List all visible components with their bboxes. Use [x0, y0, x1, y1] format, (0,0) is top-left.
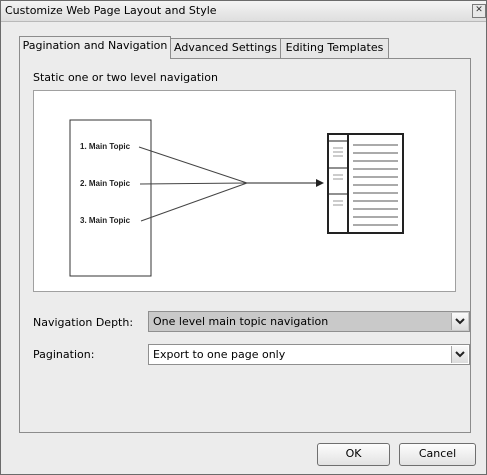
- diagram-topic-1: 1. Main Topic: [80, 142, 131, 151]
- pagination-select[interactable]: Export to one page only: [148, 344, 470, 365]
- diagram-topic-3: 3. Main Topic: [80, 216, 131, 225]
- tab-editing-templates[interactable]: Editing Templates: [280, 38, 389, 58]
- ok-button[interactable]: OK: [317, 443, 390, 466]
- chevron-down-icon: [455, 351, 465, 358]
- panel-heading: Static one or two level navigation: [33, 71, 218, 84]
- diagram-topic-2: 2. Main Topic: [80, 179, 131, 188]
- connector-line-3: [140, 182, 248, 222]
- target-page-shape: [327, 133, 404, 234]
- dialog-window: Customize Web Page Layout and Style ✕ Pa…: [0, 0, 487, 475]
- close-button[interactable]: ✕: [472, 4, 486, 18]
- navigation-preview: 1. Main Topic 2. Main Topic 3. Main Topi…: [33, 90, 456, 292]
- pagination-value: Export to one page only: [153, 348, 286, 361]
- navigation-depth-label: Navigation Depth:: [33, 316, 134, 329]
- tab-pagination-navigation[interactable]: Pagination and Navigation: [19, 36, 171, 59]
- tab-advanced-settings[interactable]: Advanced Settings: [170, 38, 281, 58]
- close-icon: ✕: [475, 5, 483, 15]
- tab-panel: Static one or two level navigation 1. Ma…: [19, 58, 471, 433]
- arrow-head: [316, 179, 324, 187]
- title-bar[interactable]: Customize Web Page Layout and Style ✕: [1, 1, 486, 22]
- pagination-dropdown-button[interactable]: [451, 346, 468, 363]
- cancel-button[interactable]: Cancel: [399, 443, 476, 466]
- connector-line-2: [139, 182, 248, 185]
- pagination-label: Pagination:: [33, 348, 95, 361]
- chevron-down-icon: [455, 318, 465, 325]
- tab-label: Pagination and Navigation: [22, 39, 168, 52]
- navigation-depth-value: One level main topic navigation: [153, 315, 329, 328]
- navigation-depth-dropdown-button[interactable]: [451, 313, 468, 330]
- navigation-diagram: 1. Main Topic 2. Main Topic 3. Main Topi…: [69, 119, 404, 277]
- window-title: Customize Web Page Layout and Style: [5, 4, 217, 17]
- tab-label: Advanced Settings: [174, 41, 277, 54]
- connector-line-1: [138, 146, 248, 184]
- tab-label: Editing Templates: [285, 41, 384, 54]
- navigation-depth-select[interactable]: One level main topic navigation: [148, 311, 470, 332]
